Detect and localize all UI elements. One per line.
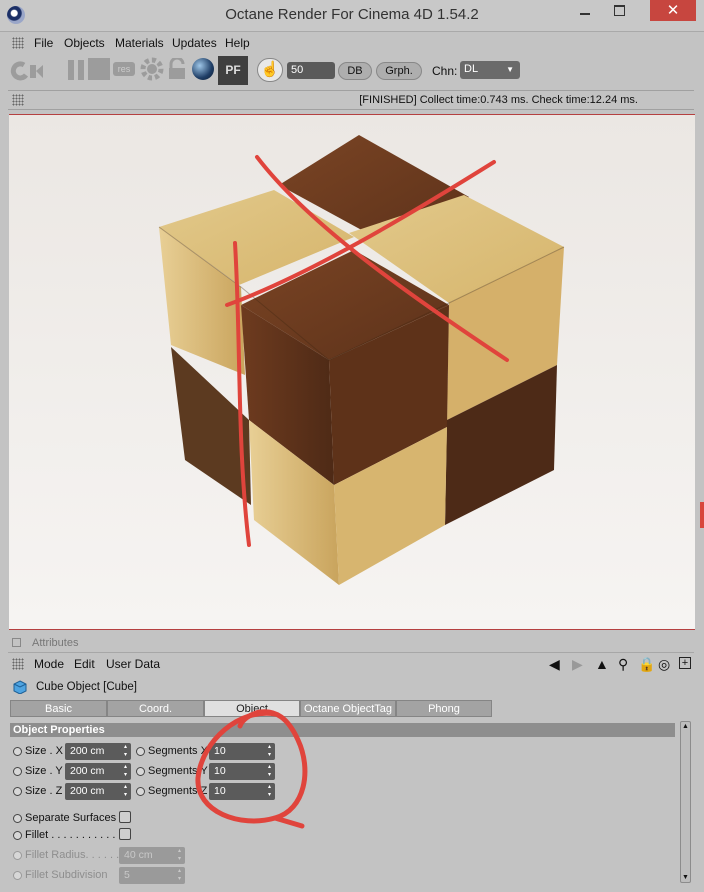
fillet-radius-label: Fillet Radius. . . . . .: [25, 849, 120, 861]
size-z-radio[interactable]: [13, 787, 22, 796]
maximize-button[interactable]: [605, 0, 635, 21]
fillet-subdivision-radio: [13, 871, 22, 880]
render-viewport[interactable]: [9, 114, 695, 630]
pf-button[interactable]: PF: [218, 56, 248, 85]
edge-marker: [700, 502, 704, 528]
separate-surfaces-label: Separate Surfaces: [25, 812, 117, 824]
size-x-field[interactable]: 200 cm: [65, 743, 131, 760]
segments-y-radio[interactable]: [136, 767, 145, 776]
forward-arrow-icon[interactable]: ▶: [572, 657, 583, 671]
menu-file[interactable]: File: [34, 36, 53, 50]
toolbar: res PF ☝ 50 DB Grph. Chn: DL ▼: [8, 55, 694, 87]
db-button[interactable]: DB: [338, 62, 372, 80]
pause-icon[interactable]: [66, 59, 88, 81]
grip-icon: [12, 94, 24, 106]
menu-user-data[interactable]: User Data: [106, 657, 160, 671]
scroll-down-icon[interactable]: ▼: [682, 874, 689, 881]
channel-select-value: DL: [464, 63, 479, 75]
size-z-label: Size . Z: [25, 785, 63, 797]
menu-help[interactable]: Help: [225, 36, 250, 50]
status-bar: [FINISHED] Collect time:0.743 ms. Check …: [8, 90, 694, 110]
object-name-row: Cube Object [Cube]: [8, 677, 694, 697]
size-y-field[interactable]: 200 cm: [65, 763, 131, 780]
lock-icon[interactable]: [166, 56, 188, 80]
separate-surfaces-checkbox[interactable]: [119, 811, 131, 823]
segments-z-radio[interactable]: [136, 787, 145, 796]
separate-surfaces-radio[interactable]: [13, 814, 22, 823]
fillet-label: Fillet . . . . . . . . . . . .: [25, 829, 122, 841]
fillet-radio[interactable]: [13, 831, 22, 840]
menu-edit[interactable]: Edit: [74, 657, 95, 671]
annotation-circle: [195, 709, 308, 829]
size-x-label: Size . X: [25, 745, 63, 757]
graph-button[interactable]: Grph.: [376, 62, 422, 80]
grip-icon: [12, 37, 24, 49]
attributes-title: Attributes: [32, 637, 79, 649]
tab-basic[interactable]: Basic: [10, 700, 107, 717]
size-x-radio[interactable]: [13, 747, 22, 756]
panel-toggle-icon[interactable]: [12, 638, 21, 647]
window-title-bar: Octane Render For Cinema 4D 1.54.2 ✕: [0, 0, 704, 32]
size-y-radio[interactable]: [13, 767, 22, 776]
target-icon[interactable]: ◎: [658, 657, 670, 671]
new-panel-icon[interactable]: +: [679, 657, 691, 669]
channel-select[interactable]: DL ▼: [460, 61, 520, 79]
sphere-icon[interactable]: [192, 58, 214, 80]
object-properties-header: Object Properties: [10, 723, 675, 737]
search-icon[interactable]: ⚲: [618, 657, 628, 671]
attributes-header: Attributes: [8, 634, 694, 653]
render-image: [9, 115, 695, 629]
object-name: Cube Object [Cube]: [36, 681, 138, 693]
segments-x-radio[interactable]: [136, 747, 145, 756]
res-icon[interactable]: res: [113, 62, 135, 76]
scroll-up-icon[interactable]: ▲: [682, 723, 689, 730]
back-arrow-icon[interactable]: ◀: [549, 657, 560, 671]
samples-stepper[interactable]: 50: [287, 62, 335, 79]
menu-updates[interactable]: Updates: [172, 36, 217, 50]
properties-scrollbar[interactable]: ▲ ▼: [680, 721, 691, 883]
gear-icon[interactable]: [140, 57, 164, 81]
fillet-radius-radio: [13, 851, 22, 860]
size-z-field[interactable]: 200 cm: [65, 783, 131, 800]
menu-materials[interactable]: Materials: [115, 36, 164, 50]
cube-icon: [13, 680, 27, 695]
restart-render-icon[interactable]: [10, 61, 44, 81]
size-y-label: Size . Y: [25, 765, 63, 777]
fillet-checkbox[interactable]: [119, 828, 131, 840]
menu-mode[interactable]: Mode: [34, 657, 64, 671]
close-button[interactable]: ✕: [650, 0, 696, 21]
fillet-radius-field: 40 cm: [119, 847, 185, 864]
attributes-menu-bar: Mode Edit User Data ◀ ▶ ▲ ⚲ 🔒 ◎ +: [8, 654, 694, 674]
chevron-down-icon: ▼: [506, 65, 514, 74]
grip-icon: [12, 658, 24, 670]
channel-label: Chn:: [432, 64, 458, 78]
cursor-up-icon[interactable]: ▲: [595, 657, 609, 671]
tab-phong[interactable]: Phong: [396, 700, 492, 717]
stop-icon[interactable]: [88, 58, 110, 80]
section-title: Object Properties: [13, 724, 105, 736]
lock-icon[interactable]: 🔒: [638, 657, 655, 671]
menu-bar: File Objects Materials Updates Help: [8, 33, 694, 53]
hand-icon[interactable]: ☝: [257, 58, 283, 82]
fillet-subdivision-field: 5: [119, 867, 185, 884]
minimize-button[interactable]: [570, 0, 600, 21]
menu-objects[interactable]: Objects: [64, 36, 105, 50]
fillet-subdivision-label: Fillet Subdivision: [25, 869, 108, 881]
status-text: [FINISHED] Collect time:0.743 ms. Check …: [359, 94, 638, 106]
